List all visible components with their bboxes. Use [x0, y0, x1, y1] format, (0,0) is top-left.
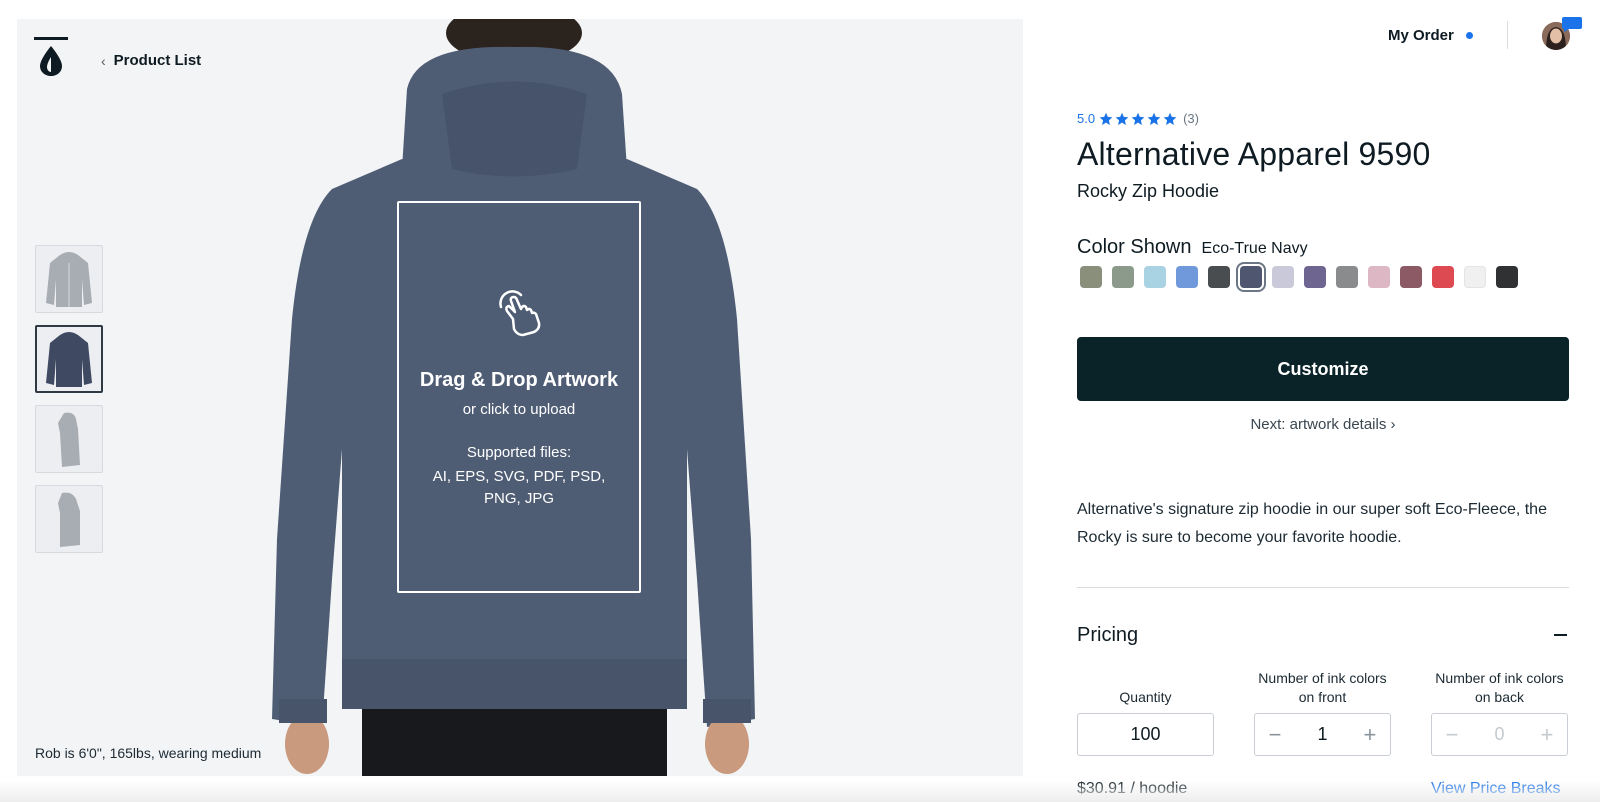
product-title: Alternative Apparel 9590	[1077, 136, 1431, 172]
thumbnail-side[interactable]	[35, 405, 103, 473]
quantity-input[interactable]	[1077, 713, 1214, 756]
front-ink-colors-stepper: − 1 +	[1254, 713, 1391, 756]
order-status-dot	[1465, 32, 1473, 39]
star-icon	[1115, 112, 1129, 125]
color-shown-label: Color Shown	[1077, 236, 1192, 258]
rating-stars	[1099, 112, 1177, 126]
color-swatches	[1080, 262, 1518, 292]
chat-bubble-icon[interactable]	[1561, 16, 1583, 33]
my-order-link[interactable]: My Order	[1388, 27, 1473, 44]
color-swatch[interactable]	[1080, 266, 1102, 288]
star-icon	[1099, 112, 1113, 125]
front-ink-colors-label: Number of ink colors on front	[1258, 670, 1387, 705]
back-ink-colors-stepper: − 0 +	[1431, 713, 1568, 756]
collapse-pricing-icon[interactable]	[1553, 624, 1569, 644]
color-swatch[interactable]	[1176, 266, 1198, 288]
front-ink-colors-value: 1	[1317, 724, 1328, 744]
customize-button[interactable]: Customize	[1077, 337, 1569, 401]
thumbnail-back[interactable]	[35, 325, 103, 393]
thumbnail-side-2[interactable]	[35, 485, 103, 553]
color-swatch[interactable]	[1464, 266, 1486, 288]
view-price-breaks-link[interactable]: View Price Breaks	[1431, 780, 1561, 798]
color-swatch[interactable]	[1272, 266, 1294, 288]
dropzone-title: Drag & Drop Artwork	[419, 369, 619, 391]
supported-files-list: AI, EPS, SVG, PDF, PSD, PNG, JPG	[432, 468, 606, 507]
color-swatch[interactable]	[1432, 266, 1454, 288]
thumbnail-front[interactable]	[35, 245, 103, 313]
color-swatch[interactable]	[1208, 266, 1230, 288]
hoodie-back-thumb-icon	[46, 332, 92, 387]
review-count: (3)	[1183, 111, 1199, 126]
section-divider	[1077, 587, 1569, 588]
product-rating[interactable]: 5.0 (3)	[1077, 111, 1199, 126]
color-swatch[interactable]	[1304, 266, 1326, 288]
color-shown-value: Eco-True Navy	[1201, 240, 1308, 257]
decrement-front-button[interactable]: −	[1267, 722, 1283, 748]
chevron-left-icon: ‹	[101, 52, 106, 69]
rating-value: 5.0	[1077, 111, 1096, 126]
pricing-heading: Pricing	[1077, 624, 1139, 646]
bottom-fade	[0, 780, 1600, 802]
color-swatch[interactable]	[1336, 266, 1358, 288]
color-swatch[interactable]	[1236, 262, 1266, 292]
hand-pointer-icon	[499, 290, 541, 337]
color-swatch[interactable]	[1144, 266, 1166, 288]
next-artwork-details-link[interactable]: Next: artwork details ›	[1077, 416, 1569, 433]
thumbnail-list	[35, 245, 103, 553]
my-order-label: My Order	[1388, 27, 1454, 44]
color-swatch[interactable]	[1400, 266, 1422, 288]
color-swatch[interactable]	[1496, 266, 1518, 288]
color-shown: Color Shown Eco-True Navy	[1077, 236, 1308, 259]
product-description: Alternative's signature zip hoodie in ou…	[1077, 501, 1547, 546]
star-icon	[1163, 112, 1177, 125]
star-icon	[1147, 112, 1161, 125]
increment-front-button[interactable]: +	[1362, 722, 1378, 748]
brand-logo[interactable]	[34, 37, 68, 77]
product-image-panel: ‹ Product List Drag & Drop Artwork or cl…	[17, 19, 1023, 776]
model-size-note: Rob is 6'0", 165lbs, wearing medium	[35, 745, 262, 761]
back-ink-colors-value: 0	[1494, 724, 1505, 744]
decrement-back-button[interactable]: −	[1444, 722, 1460, 748]
header-divider	[1507, 21, 1508, 49]
unit-price: $30.91 / hoodie	[1077, 780, 1188, 797]
back-to-product-list[interactable]: ‹ Product List	[101, 52, 201, 69]
hoodie-side-thumb-icon-2	[58, 492, 80, 547]
star-icon	[1131, 112, 1145, 125]
back-link-label: Product List	[113, 52, 202, 69]
hoodie-side-thumb-icon	[58, 412, 80, 467]
dropzone-subtitle: or click to upload	[462, 401, 576, 418]
increment-back-button[interactable]: +	[1539, 722, 1555, 748]
back-ink-colors-label: Number of ink colors on back	[1435, 670, 1564, 705]
product-subtitle: Rocky Zip Hoodie	[1077, 181, 1220, 201]
color-swatch[interactable]	[1112, 266, 1134, 288]
quantity-label: Quantity	[1119, 689, 1172, 705]
supported-files-label: Supported files:	[466, 444, 572, 461]
color-swatch[interactable]	[1368, 266, 1390, 288]
hoodie-front-thumb-icon	[46, 252, 92, 307]
artwork-dropzone[interactable]: Drag & Drop Artwork or click to upload S…	[397, 201, 641, 593]
